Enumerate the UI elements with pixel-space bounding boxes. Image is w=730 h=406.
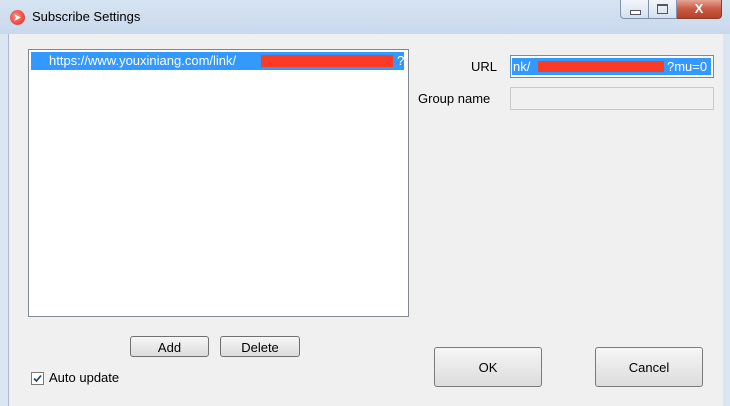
close-icon: X	[694, 1, 704, 16]
redaction-mark	[261, 55, 393, 67]
close-button[interactable]: X	[677, 0, 722, 19]
checkmark-icon	[33, 374, 42, 383]
title-bar[interactable]: Subscribe Settings X	[0, 0, 730, 34]
url-value-start: nk/	[513, 59, 531, 74]
dialog-client-area: https://www.youxiniang.com/link/ ? URL n…	[8, 34, 723, 406]
cancel-button[interactable]: Cancel	[595, 347, 703, 387]
url-value-end: ?mu=0	[667, 59, 708, 74]
group-name-label: Group name	[418, 91, 491, 106]
delete-button[interactable]: Delete	[220, 336, 300, 357]
auto-update-label[interactable]: Auto update	[49, 370, 119, 385]
url-selected-text: nk/ ?mu=0	[512, 58, 711, 75]
list-item[interactable]: https://www.youxiniang.com/link/ ?	[31, 52, 404, 70]
add-button[interactable]: Add	[130, 336, 209, 357]
list-item-url: https://www.youxiniang.com/link/	[49, 53, 237, 68]
maximize-button[interactable]	[649, 0, 677, 19]
group-name-field[interactable]	[510, 87, 714, 110]
list-item-url-tail: ?	[397, 53, 405, 68]
redaction-mark	[538, 61, 664, 72]
caption-buttons: X	[620, 0, 722, 20]
minimize-button[interactable]	[620, 0, 649, 19]
url-label: URL	[471, 59, 498, 74]
ok-button[interactable]: OK	[434, 347, 542, 387]
app-logo-icon	[10, 10, 25, 25]
window-title: Subscribe Settings	[32, 9, 141, 24]
url-field[interactable]: nk/ ?mu=0	[510, 55, 714, 78]
subscribe-settings-window: Subscribe Settings X https://www.youxini…	[0, 0, 730, 406]
subscription-list[interactable]: https://www.youxiniang.com/link/ ?	[28, 49, 409, 317]
auto-update-checkbox[interactable]	[31, 372, 44, 385]
